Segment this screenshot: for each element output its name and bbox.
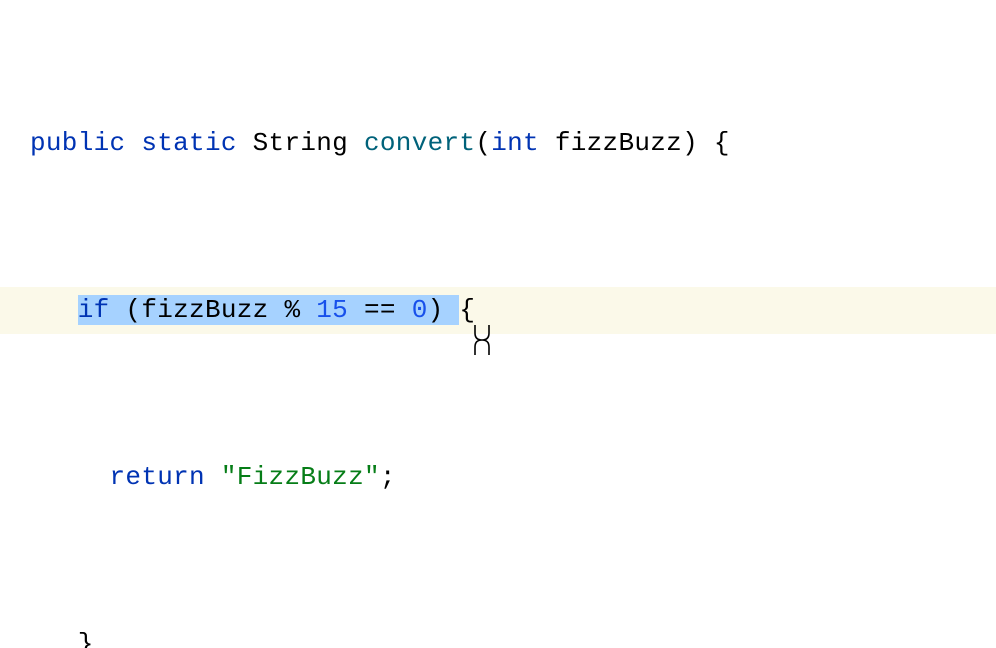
- keyword-return: return: [110, 462, 205, 492]
- keyword-public: public: [30, 128, 125, 158]
- text-selection: if (fizzBuzz % 15 == 0): [78, 295, 460, 325]
- code-line-highlighted[interactable]: if (fizzBuzz % 15 == 0) {: [0, 287, 996, 334]
- close-brace: }: [78, 629, 94, 648]
- keyword-static: static: [141, 128, 236, 158]
- param-name: fizzBuzz: [555, 128, 682, 158]
- number-literal: 15: [316, 295, 348, 325]
- number-literal: 0: [412, 295, 428, 325]
- type-string: String: [253, 128, 348, 158]
- code-editor[interactable]: public static String convert(int fizzBuz…: [0, 0, 996, 648]
- code-line[interactable]: return "FizzBuzz";: [0, 454, 996, 501]
- method-name: convert: [364, 128, 475, 158]
- code-line[interactable]: }: [0, 621, 996, 648]
- string-literal: "FizzBuzz": [221, 462, 380, 492]
- keyword-int: int: [491, 128, 539, 158]
- code-line[interactable]: public static String convert(int fizzBuz…: [0, 120, 996, 167]
- keyword-if: if: [78, 295, 110, 325]
- open-brace: {: [459, 295, 475, 325]
